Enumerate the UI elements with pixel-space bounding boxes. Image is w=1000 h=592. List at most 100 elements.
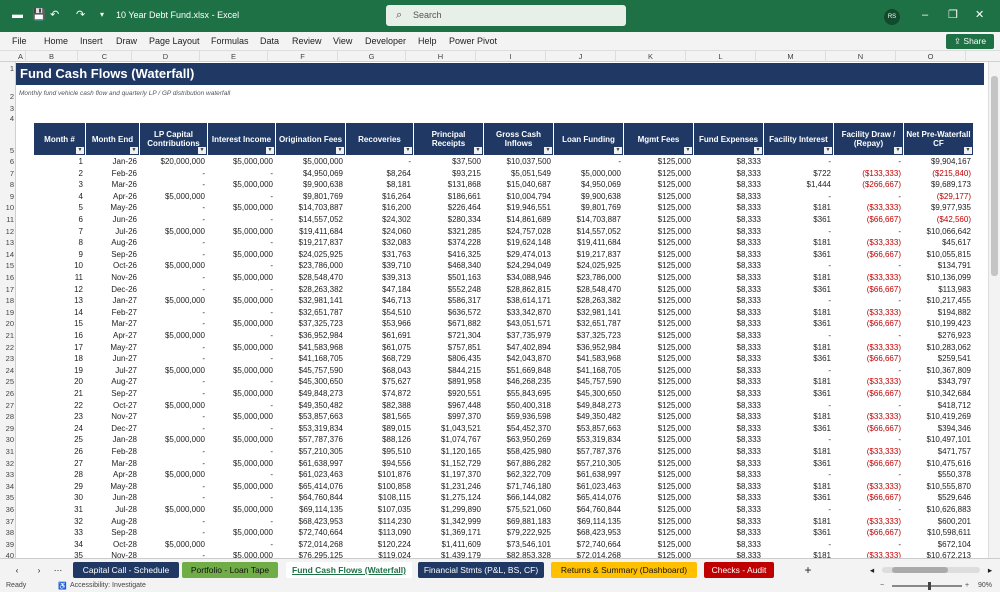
table-cell[interactable]: $5,000,000 — [208, 342, 276, 354]
table-cell[interactable]: $47,402,894 — [484, 342, 554, 354]
zoom-level[interactable]: 90% — [978, 582, 992, 589]
table-cell[interactable]: $5,000,000 — [140, 504, 208, 516]
table-cell[interactable]: $5,051,549 — [484, 168, 554, 180]
table-cell[interactable]: $181 — [764, 446, 834, 458]
table-cell[interactable]: $8,333 — [694, 365, 764, 377]
table-cell[interactable]: 9 — [34, 249, 86, 261]
table-cell[interactable]: - — [834, 260, 904, 272]
table-cell[interactable]: $57,787,376 — [276, 434, 346, 446]
table-cell[interactable]: $28,263,382 — [554, 295, 624, 307]
table-column-header[interactable]: Origination Fees ▼ — [276, 123, 346, 155]
table-cell[interactable]: $125,000 — [624, 388, 694, 400]
table-cell[interactable]: $125,000 — [624, 353, 694, 365]
row-header[interactable]: 24 — [0, 366, 16, 375]
table-cell[interactable]: - — [764, 434, 834, 446]
table-cell[interactable]: $46,268,235 — [484, 376, 554, 388]
table-cell[interactable]: - — [140, 388, 208, 400]
table-cell[interactable]: $65,414,076 — [276, 481, 346, 493]
table-cell[interactable]: ($33,333) — [834, 376, 904, 388]
table-cell[interactable]: $125,000 — [624, 214, 694, 226]
menu-review[interactable]: Review — [292, 36, 322, 46]
table-cell[interactable]: - — [208, 400, 276, 412]
table-cell[interactable]: May-27 — [86, 342, 140, 354]
table-cell[interactable]: $844,215 — [414, 365, 484, 377]
table-cell[interactable]: $32,981,141 — [276, 295, 346, 307]
table-cell[interactable]: $8,333 — [694, 330, 764, 342]
table-cell[interactable]: $34,088,946 — [484, 272, 554, 284]
table-cell[interactable]: $259,541 — [904, 353, 974, 365]
table-cell[interactable]: Sep-27 — [86, 388, 140, 400]
table-cell[interactable]: $125,000 — [624, 446, 694, 458]
table-cell[interactable]: ($66,667) — [834, 527, 904, 539]
row-header[interactable]: 23 — [0, 354, 16, 363]
table-cell[interactable]: Mar-27 — [86, 318, 140, 330]
table-cell[interactable]: $120,224 — [346, 539, 414, 551]
table-cell[interactable]: Jun-27 — [86, 353, 140, 365]
filter-dropdown-icon[interactable]: ▼ — [684, 147, 692, 154]
table-cell[interactable]: $69,881,183 — [484, 516, 554, 528]
table-cell[interactable]: - — [764, 365, 834, 377]
menu-insert[interactable]: Insert — [80, 36, 103, 46]
table-cell[interactable]: $8,333 — [694, 516, 764, 528]
table-cell[interactable]: - — [140, 527, 208, 539]
table-cell[interactable]: - — [140, 249, 208, 261]
sheet-tab[interactable]: Checks - Audit — [704, 562, 774, 578]
table-cell[interactable]: - — [208, 539, 276, 551]
table-cell[interactable]: $9,904,167 — [904, 156, 974, 168]
table-cell[interactable]: $5,000,000 — [208, 226, 276, 238]
table-cell[interactable]: 26 — [34, 446, 86, 458]
table-cell[interactable]: $14,703,887 — [276, 202, 346, 214]
table-cell[interactable]: $108,115 — [346, 492, 414, 504]
table-cell[interactable]: $49,350,482 — [276, 400, 346, 412]
table-cell[interactable]: - — [834, 226, 904, 238]
row-header[interactable]: 6 — [0, 157, 16, 166]
undo-icon[interactable]: ↶ — [50, 9, 59, 21]
table-cell[interactable]: Apr-26 — [86, 191, 140, 203]
table-cell[interactable]: Nov-26 — [86, 272, 140, 284]
table-cell[interactable]: $68,423,953 — [276, 516, 346, 528]
row-header[interactable]: 32 — [0, 459, 16, 468]
menu-formulas[interactable]: Formulas — [211, 36, 249, 46]
table-cell[interactable]: $125,000 — [624, 191, 694, 203]
table-cell[interactable]: $8,333 — [694, 318, 764, 330]
table-cell[interactable]: $5,000,000 — [140, 365, 208, 377]
table-cell[interactable]: May-26 — [86, 202, 140, 214]
row-header[interactable]: 29 — [0, 424, 16, 433]
table-cell[interactable]: Aug-27 — [86, 376, 140, 388]
menu-power-pivot[interactable]: Power Pivot — [449, 36, 497, 46]
table-cell[interactable]: $67,886,282 — [484, 458, 554, 470]
table-cell[interactable]: $125,000 — [624, 237, 694, 249]
filter-dropdown-icon[interactable]: ▼ — [404, 147, 412, 154]
table-column-header[interactable]: Facility Interest ▼ — [764, 123, 834, 155]
table-cell[interactable]: $24,294,049 — [484, 260, 554, 272]
table-cell[interactable]: $10,199,423 — [904, 318, 974, 330]
table-cell[interactable]: $45,757,590 — [554, 376, 624, 388]
table-cell[interactable]: Sep-28 — [86, 527, 140, 539]
table-cell[interactable]: $5,000,000 — [208, 272, 276, 284]
table-cell[interactable]: $181 — [764, 516, 834, 528]
column-header-f[interactable]: F — [268, 51, 338, 62]
row-header[interactable]: 31 — [0, 447, 16, 456]
add-sheet-icon[interactable]: + — [802, 562, 814, 578]
table-cell[interactable]: - — [764, 260, 834, 272]
filter-dropdown-icon[interactable]: ▼ — [474, 147, 482, 154]
table-cell[interactable]: $39,313 — [346, 272, 414, 284]
table-cell[interactable]: $8,333 — [694, 434, 764, 446]
table-cell[interactable]: $9,900,638 — [276, 179, 346, 191]
table-cell[interactable]: $125,000 — [624, 376, 694, 388]
tab-scroll-left-icon[interactable]: ‹ — [12, 562, 22, 578]
table-cell[interactable]: $361 — [764, 423, 834, 435]
table-cell[interactable]: $82,388 — [346, 400, 414, 412]
table-cell[interactable]: $10,475,616 — [904, 458, 974, 470]
table-cell[interactable]: - — [140, 342, 208, 354]
table-cell[interactable]: $36,952,984 — [276, 330, 346, 342]
table-cell[interactable]: 14 — [34, 307, 86, 319]
table-cell[interactable]: $14,861,689 — [484, 214, 554, 226]
table-cell[interactable]: ($66,667) — [834, 214, 904, 226]
vertical-scrollbar[interactable] — [988, 62, 1000, 558]
table-cell[interactable]: 6 — [34, 214, 86, 226]
table-cell[interactable]: - — [140, 376, 208, 388]
table-cell[interactable]: - — [208, 284, 276, 296]
table-cell[interactable]: 15 — [34, 318, 86, 330]
table-cell[interactable]: $50,400,318 — [484, 400, 554, 412]
